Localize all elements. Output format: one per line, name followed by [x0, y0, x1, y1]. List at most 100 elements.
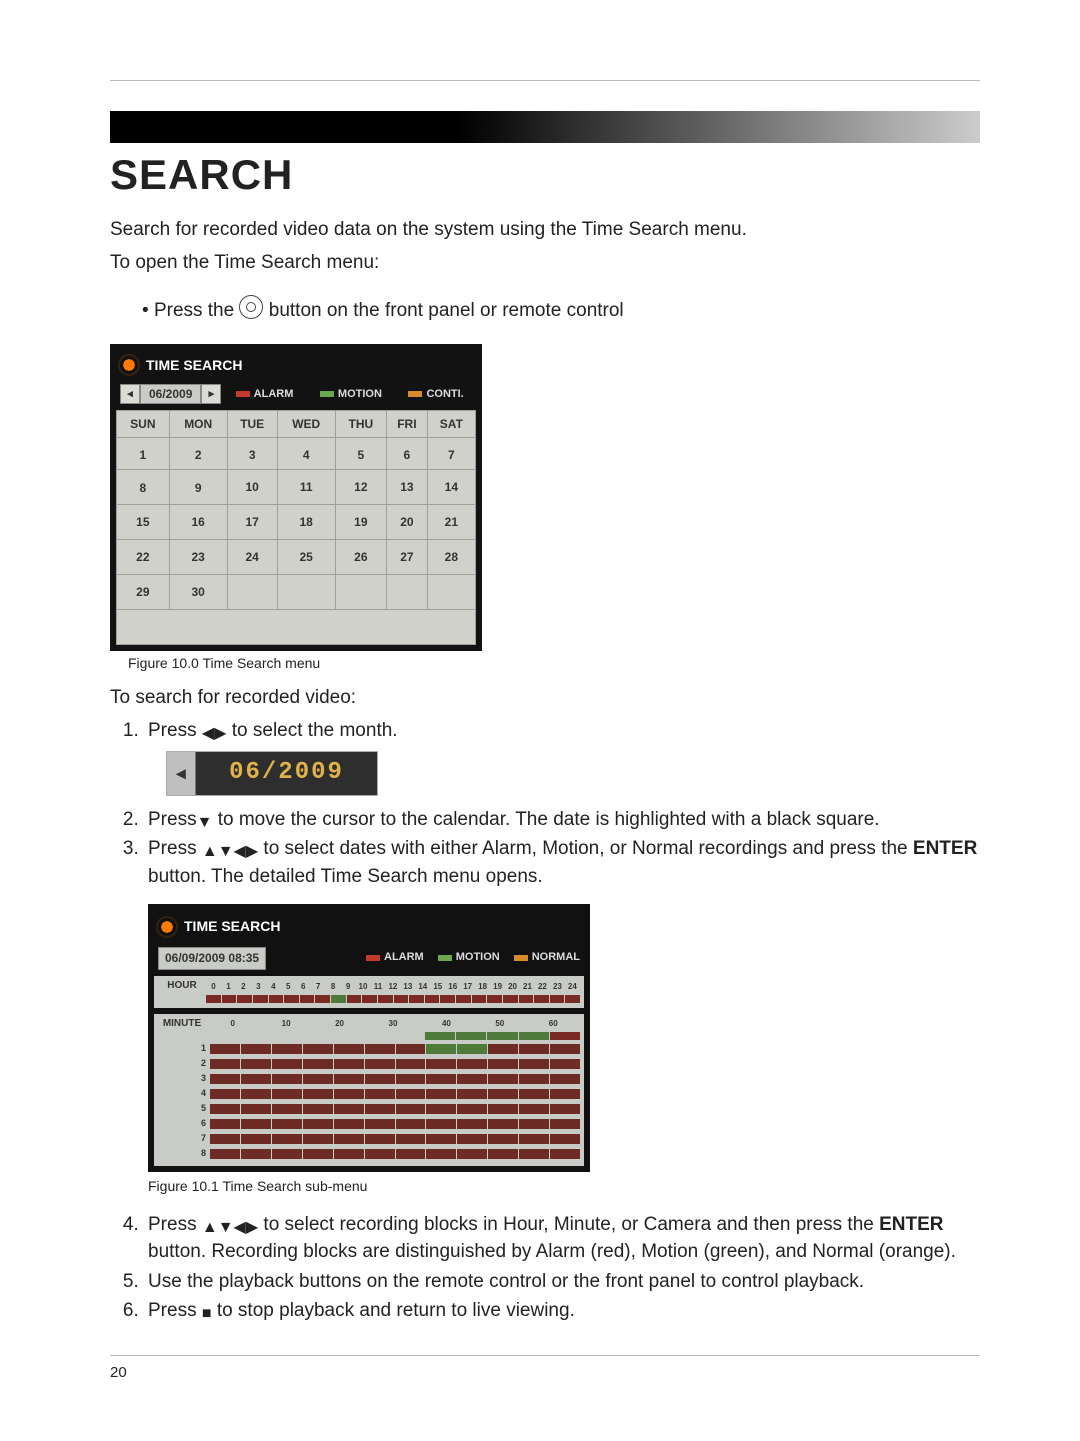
- cal-day[interactable]: 24: [227, 539, 277, 574]
- step1-a: Press: [148, 720, 202, 741]
- minute-tick-row: MINUTE 0102030405060: [158, 1017, 580, 1032]
- dow-sun: SUN: [117, 410, 170, 437]
- dow-thu: THU: [335, 410, 386, 437]
- cal-day[interactable]: 9: [169, 469, 227, 504]
- cal-day[interactable]: 1: [117, 437, 170, 469]
- legend-alarm: ALARM: [254, 388, 294, 400]
- step-4: Press ▲▼◀▶ to select recording blocks in…: [144, 1211, 980, 1266]
- motion-swatch: [438, 955, 452, 961]
- cal-day[interactable]: 6: [387, 437, 428, 469]
- cal-day[interactable]: 4: [277, 437, 335, 469]
- cam-row[interactable]: 4: [158, 1087, 580, 1100]
- step2-b: to move the cursor to the calendar. The …: [218, 809, 880, 830]
- cam-row[interactable]: 2: [158, 1057, 580, 1070]
- cam-row[interactable]: 5: [158, 1102, 580, 1115]
- cal-day[interactable]: 8: [117, 469, 170, 504]
- cal-day[interactable]: [387, 574, 428, 609]
- cal-day[interactable]: 18: [277, 504, 335, 539]
- cal-day[interactable]: 7: [427, 437, 475, 469]
- dow-fri: FRI: [387, 410, 428, 437]
- search-line: To search for recorded video:: [110, 685, 980, 712]
- legend-conti: CONTI.: [426, 388, 463, 400]
- hour-label: HOUR: [158, 979, 206, 994]
- intro-text: Search for recorded video data on the sy…: [110, 217, 980, 244]
- cam-row[interactable]: 6: [158, 1117, 580, 1130]
- cal-day[interactable]: 3: [227, 437, 277, 469]
- cam-row[interactable]: 3: [158, 1072, 580, 1085]
- step4-b: to select recording blocks in Hour, Minu…: [263, 1214, 879, 1235]
- timeline-datetime: 06/09/2009 08:35: [158, 947, 266, 970]
- stop-icon: ■: [202, 1306, 212, 1322]
- down-arrow-icon: ▼: [197, 815, 213, 831]
- cam-row[interactable]: 1: [158, 1042, 580, 1055]
- time-search-title: TIME SEARCH: [146, 357, 242, 373]
- page-number: 20: [110, 1364, 980, 1381]
- month-prev-icon[interactable]: ◂: [120, 384, 140, 404]
- cam-row[interactable]: 7: [158, 1132, 580, 1145]
- sun-icon: [158, 918, 176, 936]
- enter-label: ENTER: [913, 838, 977, 859]
- cal-day[interactable]: [427, 574, 475, 609]
- dow-wed: WED: [277, 410, 335, 437]
- month-strip-prev-icon[interactable]: ◂: [167, 752, 196, 795]
- header-gradient-bar: [110, 111, 980, 143]
- timeline-header: TIME SEARCH: [154, 910, 584, 942]
- motion-swatch: [320, 391, 334, 397]
- legend-motion: MOTION: [338, 388, 382, 400]
- step4-a: Press: [148, 1214, 202, 1235]
- dow-tue: TUE: [227, 410, 277, 437]
- cal-day[interactable]: 28: [427, 539, 475, 574]
- normal-swatch: [514, 955, 528, 961]
- cal-day[interactable]: 17: [227, 504, 277, 539]
- cal-day[interactable]: [335, 574, 386, 609]
- cal-day[interactable]: 5: [335, 437, 386, 469]
- step3-a: Press: [148, 838, 202, 859]
- cal-day[interactable]: 30: [169, 574, 227, 609]
- step-3: Press ▲▼◀▶ to select dates with either A…: [144, 835, 980, 1196]
- step-1: Press ◀▶ to select the month. ◂ 06/2009: [144, 717, 980, 795]
- open-menu-line: To open the Time Search menu:: [110, 250, 980, 277]
- step1-b: to select the month.: [232, 720, 398, 741]
- step6-b: to stop playback and return to live view…: [217, 1300, 575, 1321]
- calendar-table[interactable]: SUN MON TUE WED THU FRI SAT 1 2 3 4 5 6 …: [116, 410, 476, 645]
- cal-day[interactable]: [277, 574, 335, 609]
- cal-day[interactable]: 21: [427, 504, 475, 539]
- cal-day[interactable]: [227, 574, 277, 609]
- cal-day[interactable]: 29: [117, 574, 170, 609]
- dow-sat: SAT: [427, 410, 475, 437]
- timeline-legend: ALARM MOTION NORMAL: [274, 950, 580, 966]
- cal-day[interactable]: 20: [387, 504, 428, 539]
- step2-a: Press: [148, 809, 197, 830]
- month-next-icon[interactable]: ▸: [201, 384, 221, 404]
- press-bullet: • Press the button on the front panel or…: [142, 295, 980, 325]
- page-title: SEARCH: [110, 151, 980, 199]
- dow-mon: MON: [169, 410, 227, 437]
- time-search-header: TIME SEARCH: [116, 350, 476, 380]
- legend-normal: NORMAL: [532, 950, 580, 966]
- bullet-part-b: button on the front panel or remote cont…: [269, 300, 624, 321]
- cal-day[interactable]: 13: [387, 469, 428, 504]
- cal-day[interactable]: 26: [335, 539, 386, 574]
- cam-row[interactable]: 8: [158, 1147, 580, 1160]
- step-2: Press▼ to move the cursor to the calenda…: [144, 806, 980, 834]
- bullet-part-a: Press the: [154, 300, 240, 321]
- cal-day[interactable]: 23: [169, 539, 227, 574]
- cal-day[interactable]: 12: [335, 469, 386, 504]
- hour-bar-row[interactable]: [158, 995, 580, 1003]
- month-selector[interactable]: ◂ 06/2009 ▸: [120, 384, 221, 404]
- cal-day[interactable]: 15: [117, 504, 170, 539]
- cal-day[interactable]: 10: [227, 469, 277, 504]
- month-strip-figure: ◂ 06/2009: [166, 751, 378, 796]
- cal-day[interactable]: 19: [335, 504, 386, 539]
- legend-alarm: ALARM: [384, 950, 424, 966]
- cal-day[interactable]: 25: [277, 539, 335, 574]
- cal-day[interactable]: 14: [427, 469, 475, 504]
- figure-time-search-calendar: TIME SEARCH ◂ 06/2009 ▸ ALARM MOTION CON…: [110, 344, 482, 651]
- cal-day[interactable]: 22: [117, 539, 170, 574]
- cal-day[interactable]: 16: [169, 504, 227, 539]
- cal-day[interactable]: 11: [277, 469, 335, 504]
- cal-day[interactable]: 27: [387, 539, 428, 574]
- cal-day[interactable]: 2: [169, 437, 227, 469]
- four-way-arrows-icon: ▲▼◀▶: [202, 844, 258, 860]
- minute-bar-row[interactable]: [158, 1032, 580, 1040]
